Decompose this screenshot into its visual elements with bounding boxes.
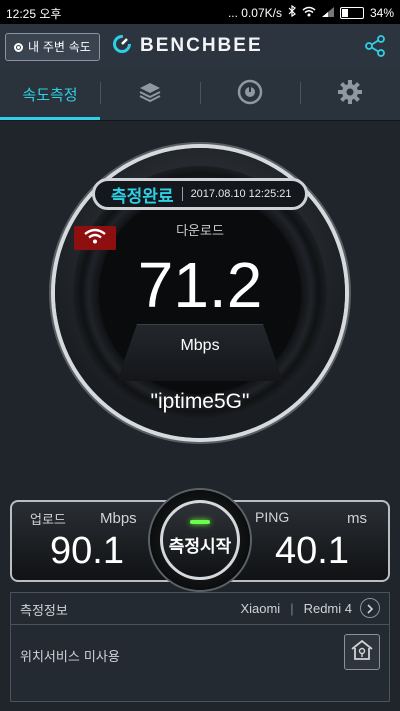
logo-text: BENCHBEE	[140, 35, 263, 56]
download-speed-value: 71.2	[137, 249, 263, 321]
device-info: Xiaomi | Redmi 4	[240, 601, 352, 616]
layers-icon	[138, 81, 162, 107]
share-icon[interactable]	[364, 35, 386, 61]
tab-speed-test[interactable]: 속도측정	[0, 68, 100, 120]
status-label: 측정완료	[111, 186, 174, 207]
start-led-indicator	[190, 520, 210, 524]
upload-label: 업로드	[30, 513, 66, 528]
ping-value: 40.1	[275, 530, 349, 572]
gear-icon	[337, 79, 363, 109]
wifi-status-icon	[302, 6, 316, 20]
measurement-complete-badge: 측정완료 2017.08.10 12:25:21	[92, 178, 308, 210]
status-time: 12:25 오후	[6, 7, 62, 21]
tab-layers[interactable]	[100, 68, 200, 120]
signal-icon	[321, 6, 334, 20]
network-ssid: "iptime5G"	[150, 390, 250, 413]
download-label: 다운로드	[176, 224, 224, 239]
network-speed: ... 0.07K/s	[227, 5, 282, 20]
benchbee-logo: BENCHBEE	[112, 34, 263, 58]
home-location-icon	[350, 639, 374, 665]
start-test-label: 측정시작	[168, 536, 232, 557]
speedometer-logo-icon	[112, 34, 132, 58]
upload-unit: Mbps	[100, 510, 137, 527]
device-model: Redmi 4	[303, 601, 352, 616]
tab-bar: 속도측정	[0, 68, 400, 121]
active-tab-indicator	[0, 117, 100, 120]
battery-percent: 34%	[369, 5, 394, 20]
measurement-timestamp: 2017.08.10 12:25:21	[190, 188, 292, 200]
battery-icon	[339, 6, 364, 19]
tab-settings[interactable]	[300, 68, 400, 120]
upload-value: 90.1	[50, 530, 124, 572]
badge-divider	[181, 187, 183, 201]
download-speed-unit: Mbps	[180, 337, 220, 354]
chevron-right-icon	[366, 599, 374, 618]
bluetooth-icon	[288, 4, 296, 20]
status-bar: 12:25 오후 ... 0.07K/s 34%	[0, 0, 400, 24]
location-settings-button[interactable]	[344, 634, 380, 670]
app-header: 내 주변 속도 BENCHBEE	[0, 24, 400, 68]
tab-speed-test-label: 속도측정	[22, 85, 78, 104]
start-test-button[interactable]: 측정시작	[160, 500, 240, 580]
location-service-status: 위치서비스 미사용	[20, 650, 120, 665]
location-dot-icon	[14, 42, 23, 52]
info-divider	[10, 624, 390, 625]
info-title: 측정정보	[20, 604, 68, 619]
local-speed-button[interactable]: 내 주변 속도	[5, 33, 100, 61]
ping-label: PING	[255, 509, 290, 525]
device-detail-button[interactable]	[360, 598, 380, 618]
history-icon	[237, 79, 263, 109]
status-right: ... 0.07K/s 34%	[227, 4, 394, 20]
local-speed-label: 내 주변 속도	[28, 40, 91, 54]
ping-unit: ms	[347, 510, 367, 527]
device-maker: Xiaomi	[240, 601, 281, 616]
wifi-icon	[84, 228, 106, 248]
wifi-type-badge	[74, 226, 116, 250]
tab-history[interactable]	[200, 68, 300, 120]
device-divider: |	[290, 601, 294, 616]
